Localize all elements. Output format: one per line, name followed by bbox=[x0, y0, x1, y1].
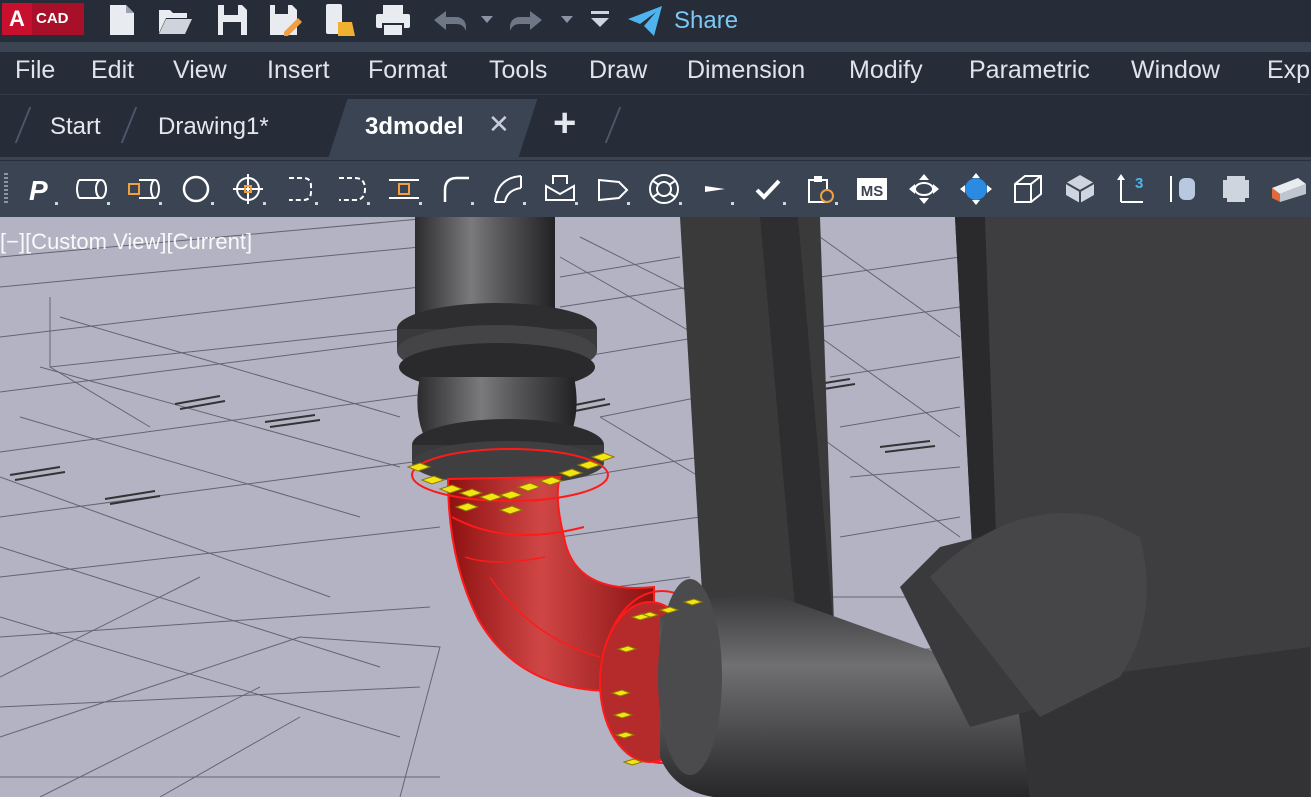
undo-icon[interactable] bbox=[428, 2, 466, 38]
menu-draw[interactable]: Draw bbox=[589, 56, 647, 85]
new-tab-button[interactable]: + bbox=[553, 101, 576, 146]
menu-express[interactable]: Expr bbox=[1267, 56, 1311, 85]
curve-icon[interactable] bbox=[488, 169, 528, 209]
frame-icon[interactable] bbox=[1216, 169, 1256, 209]
cloud-save-icon[interactable] bbox=[320, 2, 356, 38]
share-icon bbox=[628, 6, 662, 36]
check-icon[interactable] bbox=[748, 169, 788, 209]
box-fold-icon[interactable] bbox=[540, 169, 580, 209]
cylinder-pipe-icon[interactable] bbox=[72, 169, 112, 209]
menu-bar: File Edit View Insert Format Tools Draw … bbox=[0, 52, 1311, 94]
save-as-icon[interactable] bbox=[266, 2, 302, 38]
svg-text:P: P bbox=[29, 175, 48, 206]
toolbar-grip[interactable] bbox=[4, 173, 8, 203]
insert-block-icon[interactable] bbox=[384, 169, 424, 209]
circle-icon[interactable] bbox=[176, 169, 216, 209]
section-plane-icon[interactable] bbox=[1268, 169, 1308, 209]
open-folder-icon[interactable] bbox=[156, 2, 192, 38]
plane-icon[interactable] bbox=[592, 169, 632, 209]
print-icon[interactable] bbox=[374, 2, 410, 38]
menu-modify[interactable]: Modify bbox=[849, 56, 923, 85]
model-space-icon[interactable]: MS bbox=[852, 169, 892, 209]
model-space-label: MS bbox=[861, 183, 884, 200]
center-mark-icon[interactable] bbox=[228, 169, 268, 209]
solid-box-icon[interactable] bbox=[1060, 169, 1100, 209]
new-file-icon[interactable] bbox=[104, 2, 140, 38]
drawing-toolbar: P MS 3 bbox=[0, 160, 1311, 218]
qat-customize-icon[interactable] bbox=[588, 2, 612, 38]
undo-dropdown-icon[interactable] bbox=[478, 2, 496, 38]
menu-dimension[interactable]: Dimension bbox=[687, 56, 805, 85]
arc-bracket-icon[interactable] bbox=[332, 169, 372, 209]
menu-insert[interactable]: Insert bbox=[267, 56, 330, 85]
ucs-z-icon[interactable]: 3 bbox=[1112, 169, 1152, 209]
model-viewport[interactable]: [−][Custom View][Current] bbox=[0, 217, 1311, 797]
quick-access-toolbar: A CAD Share bbox=[0, 0, 1311, 42]
fillet-icon[interactable] bbox=[436, 169, 476, 209]
tab-separator bbox=[14, 107, 32, 143]
save-icon[interactable] bbox=[214, 2, 250, 38]
share-label: Share bbox=[674, 7, 739, 34]
flag-icon[interactable] bbox=[696, 169, 736, 209]
torus-icon[interactable] bbox=[644, 169, 684, 209]
menu-file[interactable]: File bbox=[15, 56, 55, 85]
ucs-z-label: 3 bbox=[1135, 175, 1143, 192]
viewport-controls-label[interactable]: [−][Custom View][Current] bbox=[0, 229, 252, 255]
tab-close-icon[interactable]: ✕ bbox=[488, 109, 510, 140]
tab-separator bbox=[604, 107, 622, 143]
tab-separator bbox=[120, 107, 138, 143]
app-logo-letter: A bbox=[2, 3, 32, 35]
tab-start[interactable]: Start bbox=[50, 113, 101, 141]
clipboard-lock-icon[interactable] bbox=[800, 169, 840, 209]
redo-icon[interactable] bbox=[508, 2, 544, 38]
wire-box-icon[interactable] bbox=[1008, 169, 1048, 209]
tab-drawing1[interactable]: Drawing1* bbox=[158, 113, 269, 141]
menu-parametric[interactable]: Parametric bbox=[969, 56, 1090, 85]
globe-icon[interactable] bbox=[956, 169, 996, 209]
orbit-icon[interactable] bbox=[904, 169, 944, 209]
bracket-icon[interactable] bbox=[280, 169, 320, 209]
menu-format[interactable]: Format bbox=[368, 56, 447, 85]
polysolid-icon[interactable]: P bbox=[20, 169, 60, 209]
tab-3dmodel[interactable]: 3dmodel bbox=[365, 113, 464, 141]
app-logo[interactable]: A CAD bbox=[2, 3, 84, 35]
share-button[interactable]: Share bbox=[626, 3, 738, 39]
menu-edit[interactable]: Edit bbox=[91, 56, 134, 85]
pipe-fitting-icon[interactable] bbox=[124, 169, 164, 209]
viewport-scene bbox=[0, 217, 1311, 797]
menu-tools[interactable]: Tools bbox=[489, 56, 547, 85]
menu-view[interactable]: View bbox=[173, 56, 227, 85]
file-tab-bar: Start Drawing1* 3dmodel ✕ + bbox=[0, 94, 1311, 157]
menu-window[interactable]: Window bbox=[1131, 56, 1220, 85]
redo-dropdown-icon[interactable] bbox=[558, 2, 576, 38]
layer-cylinder-icon[interactable] bbox=[1164, 169, 1204, 209]
app-logo-text: CAD bbox=[36, 10, 69, 27]
